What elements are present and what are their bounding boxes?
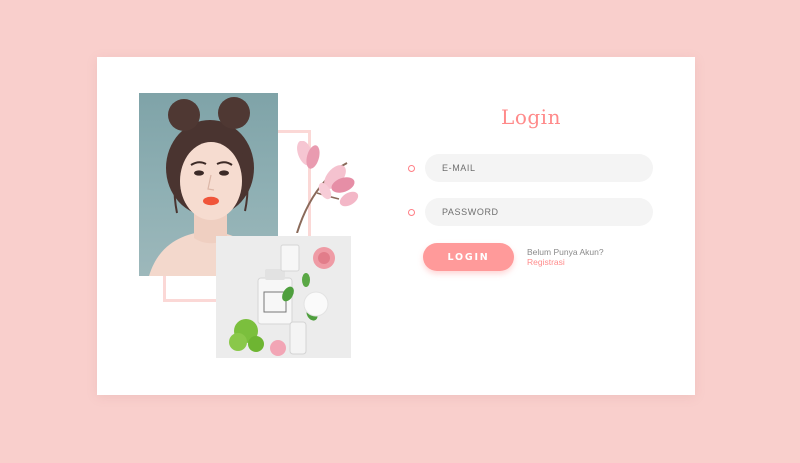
- register-prompt: Belum Punya Akun?: [527, 247, 604, 257]
- email-field-row: [405, 154, 655, 184]
- password-input[interactable]: [425, 198, 653, 226]
- register-link[interactable]: Registrasi: [527, 257, 604, 267]
- dot-icon: [408, 209, 415, 216]
- login-title: Login: [501, 105, 561, 129]
- email-input[interactable]: [425, 154, 653, 182]
- register-block: Belum Punya Akun? Registrasi: [527, 247, 604, 267]
- login-card: Login LOGIN Belum Punya Akun? Registrasi: [97, 57, 695, 395]
- magnolia-flower-image: [277, 140, 367, 234]
- dot-icon: [408, 165, 415, 172]
- products-image: [216, 236, 351, 358]
- password-field-row: [405, 198, 655, 228]
- login-button[interactable]: LOGIN: [423, 243, 514, 271]
